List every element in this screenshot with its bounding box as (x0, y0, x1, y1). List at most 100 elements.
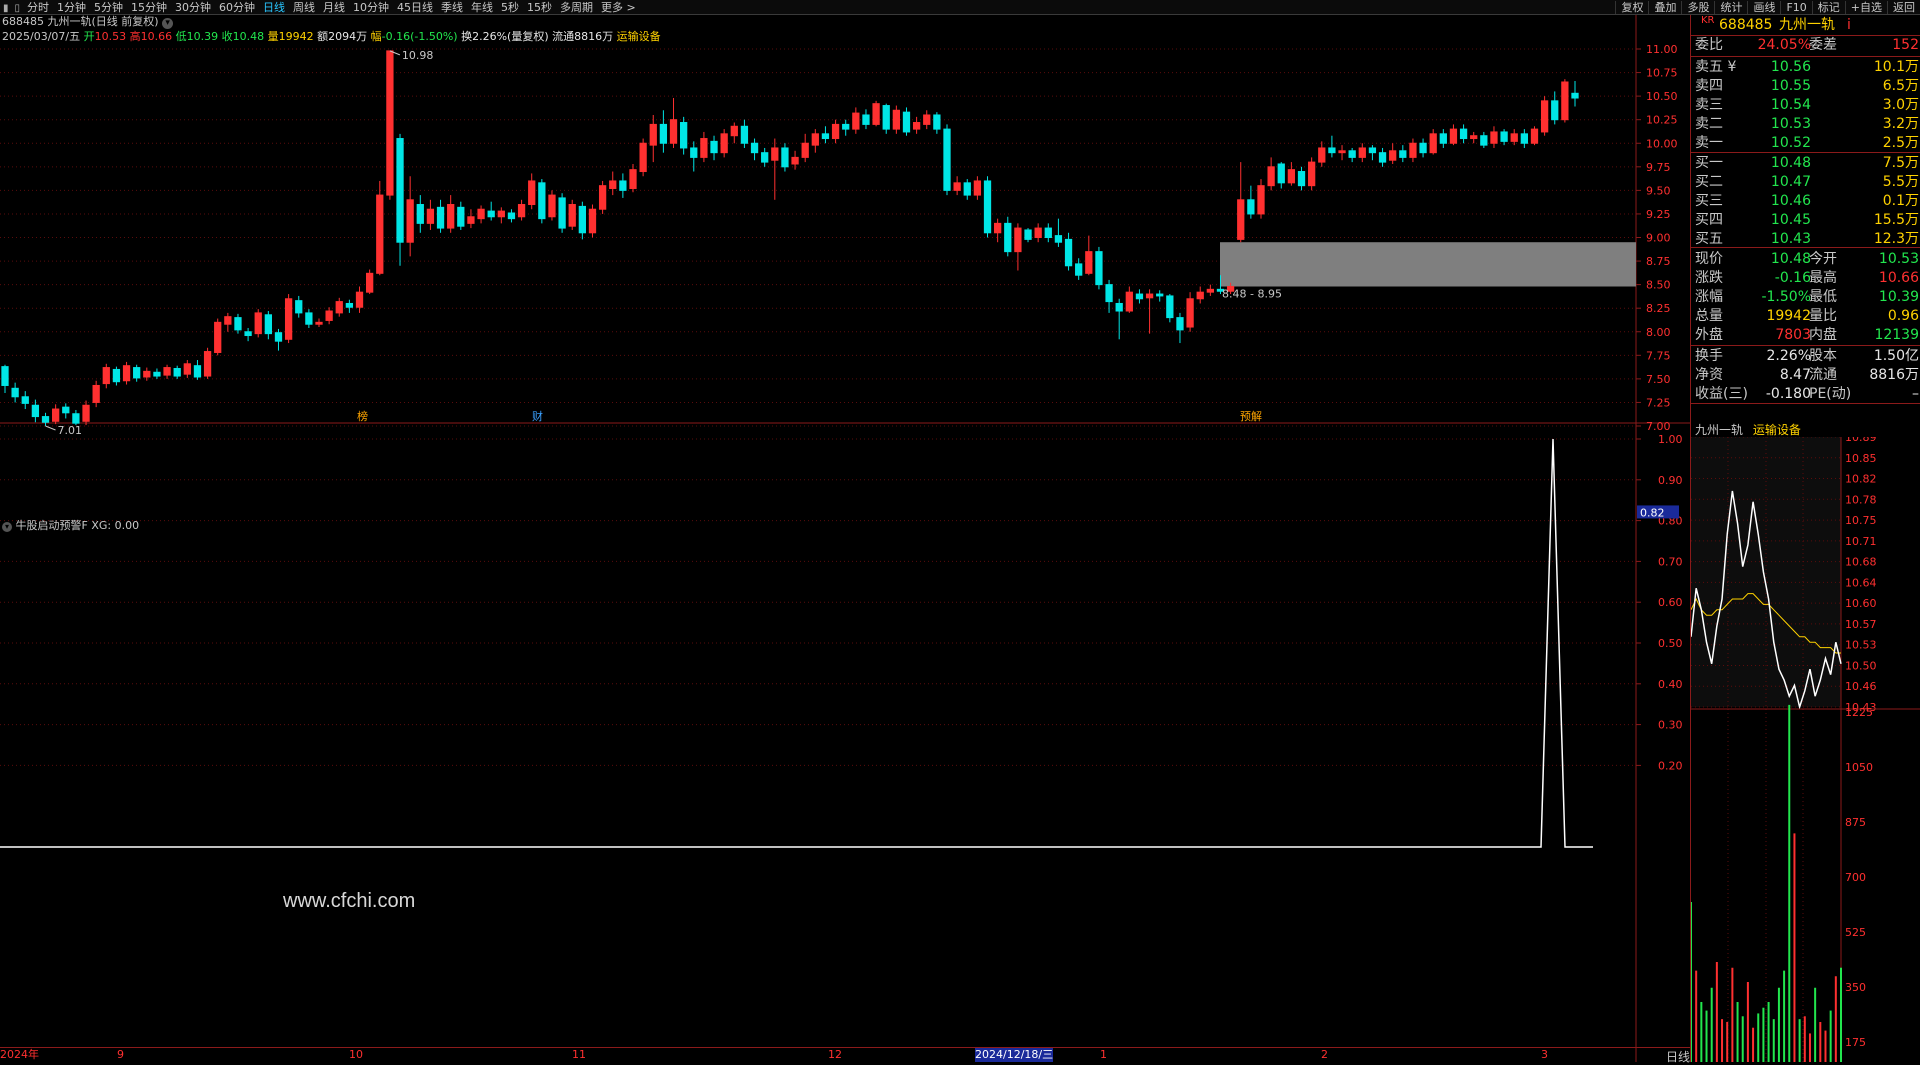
candle-body[interactable] (639, 142, 647, 173)
candle-body[interactable] (1510, 133, 1518, 142)
candle-body[interactable] (1459, 128, 1468, 140)
candle-body[interactable] (750, 142, 759, 154)
candle-body[interactable] (1409, 142, 1417, 158)
candle-body[interactable] (52, 408, 60, 422)
candle-body[interactable] (548, 194, 556, 218)
candle-body[interactable] (21, 396, 29, 404)
candle-body[interactable] (224, 316, 232, 325)
candle-body[interactable] (923, 114, 931, 125)
main-chart-svg[interactable]: 11.0010.7510.5010.2510.009.759.509.259.0… (0, 15, 1690, 1062)
candle-body[interactable] (1135, 293, 1144, 300)
candle-body[interactable] (629, 169, 637, 189)
candle-body[interactable] (467, 216, 475, 224)
candle-body[interactable] (1105, 284, 1113, 303)
candle-body[interactable] (680, 122, 688, 149)
candle-body[interactable] (112, 368, 121, 383)
toolbar-right-button-5[interactable]: F10 (1780, 1, 1811, 14)
candle-body[interactable] (497, 210, 505, 218)
candle-body[interactable] (902, 111, 911, 133)
candle-body[interactable] (416, 204, 424, 224)
candle-body[interactable] (1571, 92, 1579, 99)
candle-body[interactable] (1287, 169, 1296, 184)
candle-body[interactable] (1338, 150, 1346, 154)
period-tab-13[interactable]: 5秒 (497, 1, 523, 14)
candle-body[interactable] (862, 114, 870, 125)
candle-body[interactable] (143, 370, 151, 378)
candle-body[interactable] (406, 199, 414, 243)
candle-body[interactable] (1399, 150, 1407, 158)
toolbar-right-button-0[interactable]: 复权 (1615, 1, 1648, 14)
period-tab-14[interactable]: 15秒 (523, 1, 556, 14)
candle-body[interactable] (62, 406, 70, 414)
candle-body[interactable] (517, 204, 526, 218)
ohlc-sector[interactable]: 运输设备 (617, 30, 661, 43)
candle-body[interactable] (852, 112, 860, 130)
toolbar-right-button-1[interactable]: 叠加 (1648, 1, 1681, 14)
candle-body[interactable] (366, 272, 374, 293)
candle-body[interactable] (376, 194, 384, 274)
period-tab-8[interactable]: 月线 (319, 1, 349, 14)
candle-body[interactable] (214, 321, 222, 353)
candle-body[interactable] (1378, 152, 1387, 163)
candle-body[interactable] (92, 384, 100, 403)
candle-body[interactable] (1490, 131, 1498, 144)
candle-body[interactable] (781, 147, 789, 168)
period-tab-11[interactable]: 季线 (437, 1, 467, 14)
candle-body[interactable] (1085, 251, 1093, 274)
candle-body[interactable] (1004, 222, 1012, 253)
candle-body[interactable] (1176, 317, 1184, 331)
candle-body[interactable] (1429, 133, 1437, 154)
candle-body[interactable] (173, 368, 181, 377)
candle-body[interactable] (1034, 227, 1042, 238)
candle-body[interactable] (1419, 142, 1427, 154)
candle-body[interactable] (1368, 147, 1377, 154)
period-tab-10[interactable]: 45日线 (393, 1, 437, 14)
period-tab-3[interactable]: 15分钟 (127, 1, 171, 14)
toolbar-right-button-8[interactable]: 返回 (1887, 1, 1920, 14)
candle-body[interactable] (305, 312, 313, 325)
candle-body[interactable] (507, 212, 516, 220)
candle-body[interactable] (659, 123, 668, 144)
chart-area[interactable]: 11.00 10.75 10.50 10.25 10.00 9.75 9.50 9.25 9.0… (0, 15, 1690, 1062)
candle-body[interactable] (771, 147, 779, 161)
candle-body[interactable] (598, 185, 607, 210)
candle-body[interactable] (1267, 166, 1275, 187)
candle-body[interactable] (1014, 227, 1022, 253)
candle-body[interactable] (1156, 293, 1164, 297)
candle-body[interactable] (1145, 293, 1154, 299)
candle-body[interactable] (619, 180, 627, 191)
candle-body[interactable] (1328, 147, 1336, 154)
candle-body[interactable] (264, 314, 272, 335)
candle-body[interactable] (163, 367, 171, 376)
candle-body[interactable] (345, 302, 354, 308)
candle-body[interactable] (912, 122, 921, 130)
candle-body[interactable] (254, 312, 262, 335)
candle-body[interactable] (710, 140, 718, 154)
candle-body[interactable] (193, 365, 202, 378)
candle-body[interactable] (82, 404, 90, 422)
period-tab-2[interactable]: 5分钟 (90, 1, 127, 14)
period-tab-16[interactable]: 更多 > (597, 1, 640, 14)
period-tab-7[interactable]: 周线 (289, 1, 319, 14)
period-tab-15[interactable]: 多周期 (556, 1, 597, 14)
candle-body[interactable] (1520, 133, 1528, 144)
toolbar-right-button-6[interactable]: 标记 (1811, 1, 1845, 14)
period-tab-12[interactable]: 年线 (467, 1, 497, 14)
period-tab-4[interactable]: 30分钟 (171, 1, 215, 14)
candle-body[interactable] (1500, 131, 1508, 142)
candle-body[interactable] (568, 204, 576, 227)
candle-body[interactable] (1247, 199, 1255, 215)
candle-body[interactable] (1054, 235, 1063, 243)
candle-body[interactable] (1439, 133, 1447, 144)
candle-body[interactable] (1095, 251, 1103, 286)
candle-body[interactable] (1561, 81, 1569, 121)
candle-body[interactable] (558, 197, 566, 229)
mini-sector[interactable]: 运输设备 (1753, 423, 1801, 437)
candle-body[interactable] (426, 208, 435, 224)
candle-body[interactable] (284, 298, 293, 340)
candle-body[interactable] (821, 133, 830, 140)
period-tab-0[interactable]: 分时 (23, 1, 53, 14)
indicator-name[interactable]: 牛股启动预警F (16, 519, 88, 532)
candle-body[interactable] (1389, 150, 1397, 161)
candle-body[interactable] (761, 152, 769, 163)
